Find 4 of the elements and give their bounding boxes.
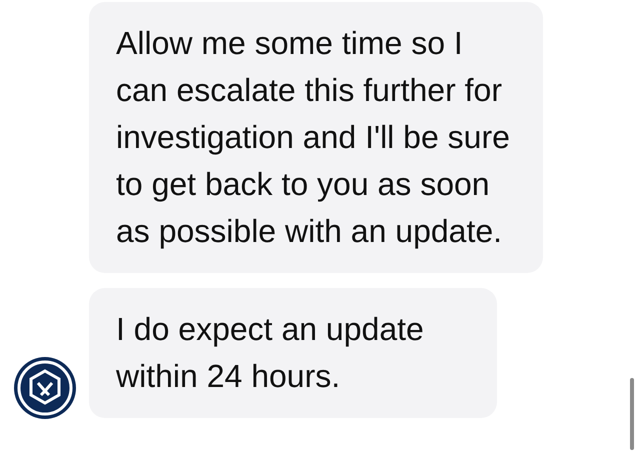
message-text: Allow me some time so I can escalate this further for investigation and I'll be sure to get back to you as soon as possible with an update. <box>116 24 511 251</box>
scrollbar <box>630 378 634 450</box>
avatar-icon <box>13 356 77 420</box>
message-text: I do expect an update within 24 hours. <box>116 310 425 396</box>
